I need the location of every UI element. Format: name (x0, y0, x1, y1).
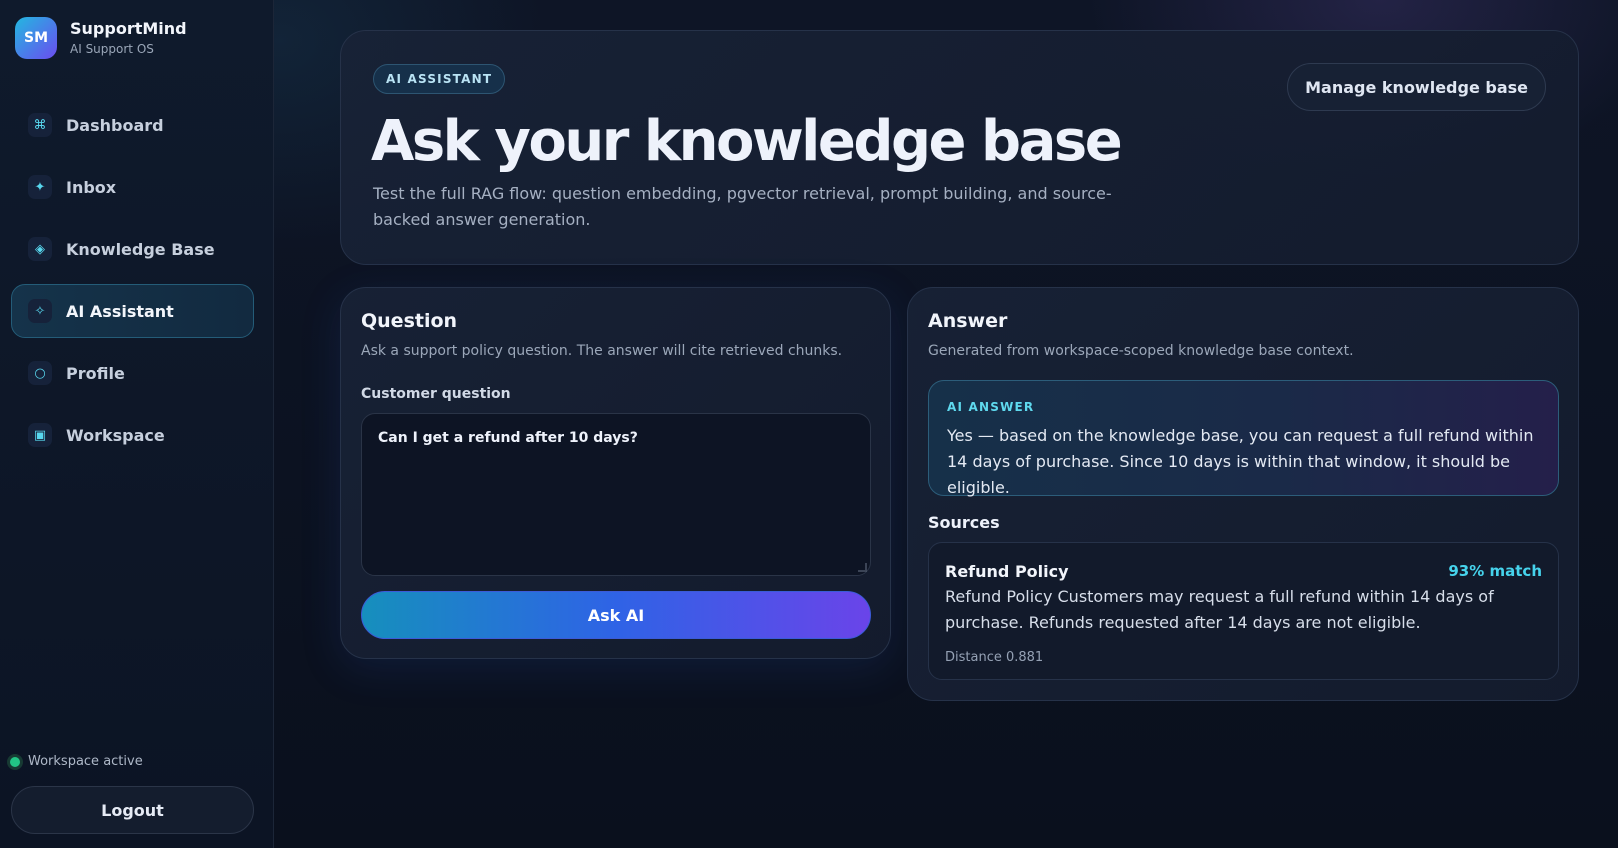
page-title: Ask your knowledge base (371, 109, 1123, 174)
brand-subtitle: AI Support OS (70, 42, 154, 56)
sidebar-item-label: Profile (66, 363, 125, 383)
sidebar-item-ai-assistant[interactable]: ✧ AI Assistant (11, 284, 254, 338)
brand-name: SupportMind (70, 19, 187, 38)
star-outline-icon: ✧ (28, 299, 52, 323)
logout-button[interactable]: Logout (11, 786, 254, 834)
sidebar-item-dashboard[interactable]: ⌘ Dashboard (11, 98, 254, 152)
sidebar-item-inbox[interactable]: ✦ Inbox (11, 160, 254, 214)
square-icon: ▣ (28, 423, 52, 447)
ask-ai-button[interactable]: Ask AI (361, 591, 871, 639)
customer-question-label: Customer question (361, 386, 511, 402)
sidebar-item-label: AI Assistant (66, 301, 174, 321)
sidebar-item-label: Dashboard (66, 115, 164, 135)
circle-icon: ○ (28, 361, 52, 385)
workspace-status-text: Workspace active (28, 754, 143, 769)
manage-knowledge-base-button[interactable]: Manage knowledge base (1287, 63, 1546, 111)
sidebar-item-workspace[interactable]: ▣ Workspace (11, 408, 254, 462)
ai-answer-label: AI ANSWER (947, 400, 1035, 414)
source-match-badge: 93% match (1448, 562, 1542, 580)
sparkle-icon: ✦ (28, 175, 52, 199)
answer-card: Answer Generated from workspace-scoped k… (907, 287, 1579, 701)
answer-subtitle: Generated from workspace-scoped knowledg… (928, 343, 1354, 359)
resize-handle-icon[interactable] (858, 563, 867, 572)
sidebar-item-knowledge-base[interactable]: ◈ Knowledge Base (11, 222, 254, 276)
source-excerpt: Refund Policy Customers may request a fu… (945, 587, 1494, 632)
diamond-icon: ◈ (28, 237, 52, 261)
brand-logo: SM (15, 17, 57, 59)
sidebar-nav: ⌘ Dashboard ✦ Inbox ◈ Knowledge Base ✧ A… (11, 98, 254, 470)
question-card: Question Ask a support policy question. … (340, 287, 891, 659)
source-card[interactable]: Refund Policy 93% match Refund Policy Cu… (928, 542, 1559, 680)
question-title: Question (361, 310, 458, 332)
question-subtitle: Ask a support policy question. The answe… (361, 343, 843, 359)
hero-card: AI ASSISTANT Ask your knowledge base Tes… (340, 30, 1579, 265)
section-badge: AI ASSISTANT (373, 64, 506, 94)
workspace-status: Workspace active (10, 754, 143, 769)
brand[interactable]: SM SupportMind AI Support OS (15, 17, 187, 59)
sidebar-item-label: Inbox (66, 177, 117, 197)
sources-title: Sources (928, 513, 1000, 532)
ai-answer-box: AI ANSWER Yes — based on the knowledge b… (928, 380, 1559, 497)
source-distance: Distance 0.881 (945, 650, 1044, 665)
ai-answer-text: Yes — based on the knowledge base, you c… (947, 426, 1534, 497)
page-description: Test the full RAG flow: question embeddi… (373, 184, 1112, 229)
sidebar: SM SupportMind AI Support OS ⌘ Dashboard… (0, 0, 274, 848)
source-name: Refund Policy (945, 562, 1069, 581)
customer-question-value: Can I get a refund after 10 days? (378, 430, 638, 446)
sidebar-item-label: Knowledge Base (66, 239, 215, 259)
customer-question-input[interactable]: Can I get a refund after 10 days? (361, 413, 871, 576)
sidebar-item-label: Workspace (66, 425, 165, 445)
command-icon: ⌘ (28, 113, 52, 137)
answer-title: Answer (928, 310, 1008, 332)
status-dot-icon (10, 756, 20, 767)
sidebar-item-profile[interactable]: ○ Profile (11, 346, 254, 400)
